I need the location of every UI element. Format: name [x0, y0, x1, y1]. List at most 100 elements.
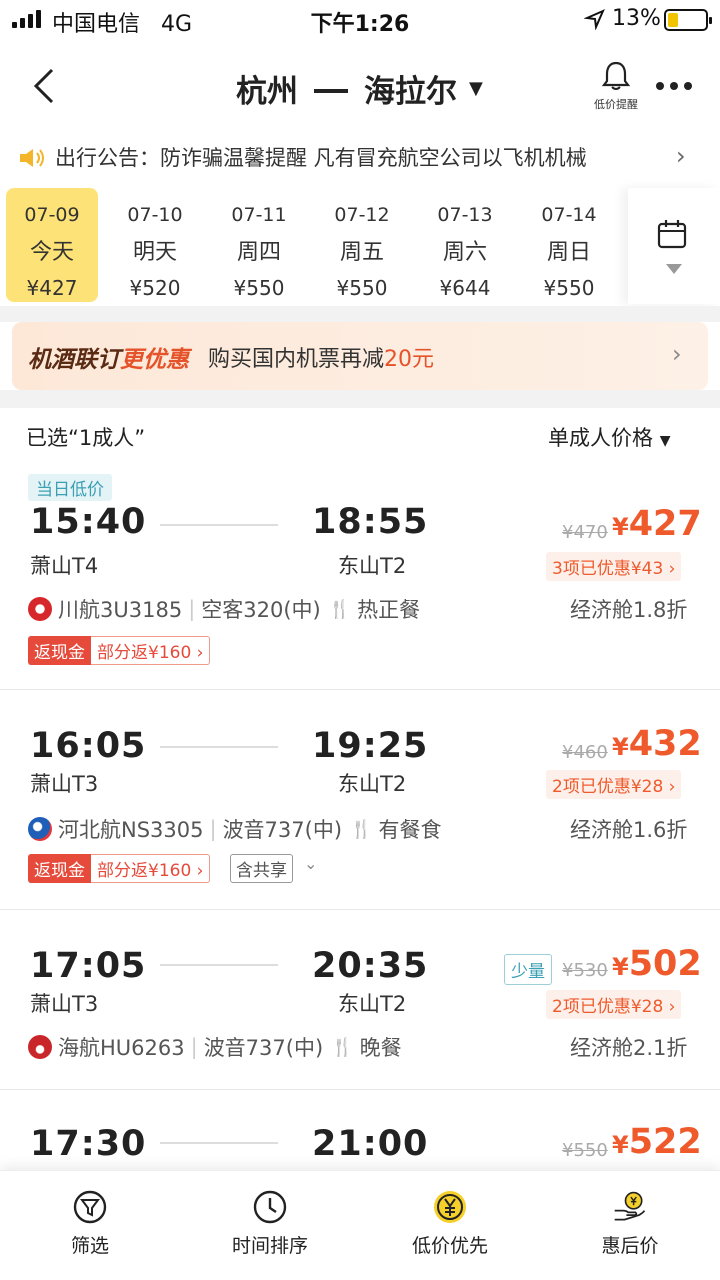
arrival-airport: 东山T2 — [338, 554, 407, 578]
weekday-label: 周日 — [546, 240, 591, 265]
date-label: 07-11 — [231, 204, 287, 226]
aircraft-type: 波音737(中) — [203, 1036, 324, 1060]
price-mode-dropdown[interactable]: 单成人价格 ▼ — [548, 422, 670, 452]
date-tab-0710[interactable]: 07-10 明天 ¥520 — [109, 188, 201, 302]
arrival-time: 19:25 — [312, 726, 429, 766]
date-label: 07-10 — [127, 204, 183, 226]
original-price: ¥470 — [562, 522, 608, 543]
yuan-coin-icon — [434, 1191, 466, 1223]
route-line — [160, 1142, 278, 1144]
hebei-airlines-logo-icon — [28, 817, 52, 841]
filter-icon — [73, 1190, 107, 1224]
arrival-time: 21:00 — [312, 1124, 429, 1164]
time-sort-button[interactable]: 时间排序 — [210, 1189, 330, 1258]
filter-button[interactable]: 筛选 — [30, 1189, 150, 1258]
list-header: 已选“1成人” 单成人价格 ▼ — [0, 408, 720, 464]
low-price-first-button[interactable]: 低价优先 — [390, 1189, 510, 1258]
origin-city: 杭州 — [236, 74, 298, 110]
deal-price-label: 惠后价 — [601, 1235, 659, 1257]
date-tab-0712[interactable]: 07-12 周五 ¥550 — [316, 188, 408, 302]
calendar-icon — [657, 220, 687, 249]
flight-info: 河北航NS3305 | 波音737(中) 🍴 有餐食 — [28, 814, 441, 844]
arrival-time: 20:35 — [312, 946, 429, 986]
travel-notice[interactable]: 出行公告：防诈骗温馨提醒 凡有冒充航空公司以飞机机械 › — [0, 138, 720, 178]
flight-card[interactable]: 17:30 21:00 ¥550 ¥522 — [0, 1090, 720, 1170]
hand-coin-icon — [614, 1191, 646, 1221]
price-alert-label: 低价提醒 — [594, 98, 638, 111]
flight-price: ¥522 — [612, 1122, 702, 1162]
more-icon[interactable] — [656, 82, 692, 90]
meal-icon: 🍴 — [328, 598, 352, 620]
flight-price: ¥427 — [612, 504, 702, 544]
weekday-label: 明天 — [132, 240, 177, 265]
date-price: ¥550 — [336, 276, 388, 300]
departure-time: 17:05 — [30, 946, 147, 986]
airline-flight-no: 海航HU6263 — [58, 1036, 185, 1060]
route-title[interactable]: 杭州 海拉尔 ▼ — [236, 66, 483, 111]
date-label: 07-09 — [24, 204, 80, 226]
discount-badge[interactable]: 2项已优惠¥28 › — [546, 990, 682, 1019]
bell-icon — [601, 61, 631, 90]
date-price: ¥644 — [439, 276, 491, 300]
cashback-badge[interactable]: 返现金 部分返¥160 › — [28, 854, 211, 883]
date-price: ¥550 — [233, 276, 285, 300]
flight-price: ¥432 — [612, 724, 702, 764]
same-day-low-tag: 当日低价 — [28, 474, 112, 501]
flight-card[interactable]: 16:05 19:25 萧山T3 东山T2 ¥460 ¥432 2项已优惠¥28… — [0, 690, 720, 910]
deal-price-button[interactable]: 惠后价 — [570, 1189, 690, 1258]
limited-seats-tag: 少量 — [504, 954, 552, 985]
date-tab-0714[interactable]: 07-14 周日 ¥550 — [523, 188, 615, 302]
original-price: ¥460 — [562, 742, 608, 763]
status-bar: 中国电信 4G 下午1:26 13% — [0, 0, 720, 40]
route-line — [160, 524, 278, 526]
section-divider — [0, 390, 720, 408]
discount-badge[interactable]: 3项已优惠¥43 › — [546, 552, 682, 581]
flight-card[interactable]: 17:05 20:35 萧山T3 东山T2 少量 ¥530 ¥502 2项已优惠… — [0, 910, 720, 1090]
date-label: 07-12 — [334, 204, 390, 226]
weekday-label: 周四 — [236, 240, 281, 265]
promo-title: 机酒联订更优惠 — [28, 347, 189, 373]
aircraft-type: 空客320(中) — [201, 598, 321, 622]
chevron-down-icon[interactable]: ⌄ — [304, 854, 317, 873]
cashback-label: 返现金 — [28, 854, 91, 883]
original-price: ¥550 — [562, 1140, 608, 1161]
date-tab-0713[interactable]: 07-13 周六 ¥644 — [419, 188, 511, 302]
airline-flight-no: 河北航NS3305 — [58, 818, 204, 842]
hainan-airlines-logo-icon — [28, 1035, 52, 1059]
date-price: ¥520 — [129, 276, 181, 300]
cabin-class: 经济舱1.6折 — [570, 818, 688, 842]
departure-airport: 萧山T3 — [30, 992, 99, 1016]
departure-time: 17:30 — [30, 1124, 147, 1164]
meal-info: 晚餐 — [359, 1036, 402, 1060]
calendar-button[interactable] — [628, 188, 720, 304]
meal-info: 热正餐 — [357, 598, 421, 622]
package-promo-banner[interactable]: 机酒联订更优惠 购买国内机票再减20元 › — [12, 322, 708, 390]
date-price: ¥550 — [543, 276, 595, 300]
route-line — [160, 964, 278, 966]
flight-info: 川航3U3185 | 空客320(中) 🍴 热正餐 — [28, 594, 420, 624]
back-icon[interactable] — [30, 66, 60, 106]
original-price: ¥530 — [562, 960, 608, 981]
discount-badge[interactable]: 2项已优惠¥28 › — [546, 770, 682, 799]
passenger-selection[interactable]: 已选“1成人” — [26, 422, 145, 452]
date-tab-0709[interactable]: 07-09 今天 ¥427 — [6, 188, 98, 302]
arrival-time: 18:55 — [312, 502, 429, 542]
date-label: 07-14 — [541, 204, 597, 226]
cashback-badge[interactable]: 返现金 部分返¥160 › — [28, 636, 211, 665]
aircraft-type: 波音737(中) — [222, 818, 343, 842]
promo-text: 购买国内机票再减20元 — [208, 347, 435, 372]
weekday-label: 周六 — [442, 240, 487, 265]
date-tab-0711[interactable]: 07-11 周四 ¥550 — [213, 188, 305, 302]
departure-airport: 萧山T3 — [30, 772, 99, 796]
bottom-toolbar: 筛选 时间排序 低价优先 惠后价 — [0, 1170, 720, 1280]
arrival-airport: 东山T2 — [338, 772, 407, 796]
departure-time: 16:05 — [30, 726, 147, 766]
codeshare-badge[interactable]: 含共享 — [230, 854, 293, 883]
flight-card[interactable]: 当日低价 15:40 18:55 萧山T4 东山T2 ¥470 ¥427 3项已… — [0, 464, 720, 690]
date-selector: 07-09 今天 ¥427 07-10 明天 ¥520 07-11 周四 ¥55… — [0, 188, 720, 304]
weekday-label: 今天 — [29, 240, 74, 265]
sichuan-airlines-logo-icon — [28, 597, 52, 621]
arrival-airport: 东山T2 — [338, 992, 407, 1016]
notice-text: 出行公告：防诈骗温馨提醒 凡有冒充航空公司以飞机机械 — [55, 146, 587, 170]
price-alert-button[interactable]: 低价提醒 — [592, 60, 640, 112]
